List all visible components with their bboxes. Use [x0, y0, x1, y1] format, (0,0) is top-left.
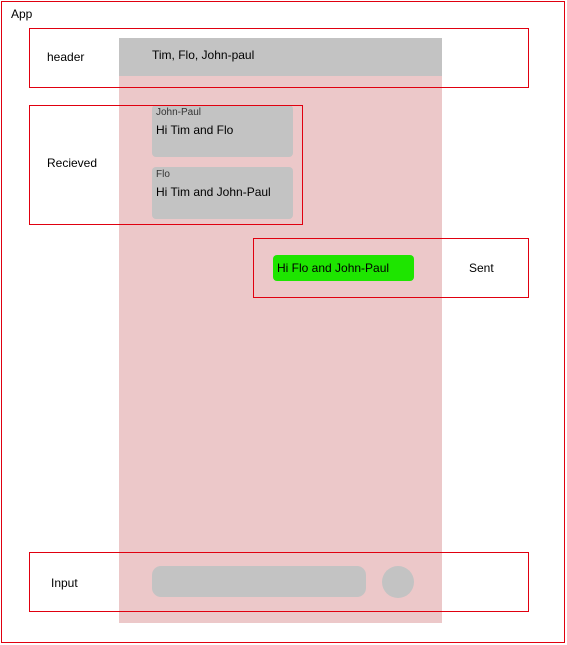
input-region-label: Input — [51, 576, 78, 590]
wireframe-canvas: App Tim, Flo, John-paul header John-Paul… — [0, 0, 567, 645]
input-region — [29, 552, 529, 612]
app-label: App — [11, 7, 33, 21]
header-region-label: header — [47, 50, 85, 64]
received-region-label: Recieved — [47, 156, 98, 170]
header-region — [29, 28, 529, 88]
sent-region-label: Sent — [469, 261, 494, 275]
